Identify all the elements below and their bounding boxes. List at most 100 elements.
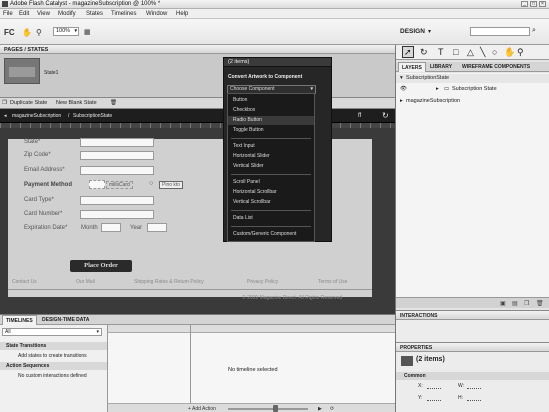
zoom-select[interactable]: 100% ▾ — [53, 27, 79, 36]
card-type-label: Card Type* — [24, 197, 54, 203]
footer-link-terms[interactable]: Terms of Use — [318, 279, 347, 285]
option-horizontal-slider[interactable]: Horizontal Slider — [228, 152, 314, 161]
new-folder-icon[interactable]: ▤ — [512, 300, 518, 307]
option-horizontal-scrollbar[interactable]: Horizontal Scrollbar — [228, 188, 314, 197]
workspace-label[interactable]: DESIGN — [400, 28, 425, 35]
chevron-right-icon: ▸ — [436, 86, 439, 92]
email-input[interactable] — [80, 166, 154, 175]
eye-icon[interactable]: 👁 — [400, 85, 407, 94]
menu-file[interactable]: File — [3, 11, 13, 17]
card-number-input[interactable] — [80, 210, 154, 219]
hand-tool-icon[interactable]: ✋ — [504, 47, 515, 58]
action-sequences-header[interactable]: Action Sequences — [0, 362, 107, 370]
zoom-tool-icon[interactable]: ⚲ — [517, 47, 524, 58]
menu-modify[interactable]: Modify — [58, 11, 76, 17]
menu-window[interactable]: Window — [146, 11, 167, 17]
select-arrow-icon[interactable]: ➚ — [404, 47, 412, 58]
search-input[interactable] — [470, 27, 530, 36]
maximize-button[interactable]: □ — [530, 1, 537, 7]
add-action-button[interactable]: + Add Action — [188, 406, 216, 412]
properties-header[interactable]: PROPERTIES — [396, 342, 549, 352]
grid-icon[interactable]: ▦ — [84, 28, 91, 36]
text-tool-icon[interactable]: T — [438, 47, 444, 57]
minimize-button[interactable]: _ — [521, 1, 528, 7]
option-toggle-button[interactable]: Toggle Button — [228, 126, 314, 135]
layer-row[interactable]: ▸ magazineSubscription — [396, 97, 549, 106]
filter-select[interactable]: All ▾ — [2, 328, 102, 336]
option-text-input[interactable]: Text Input — [228, 142, 314, 151]
option-vertical-scrollbar[interactable]: Vertical Scrollbar — [228, 198, 314, 207]
card-icon[interactable] — [89, 180, 105, 189]
zoom-tool-icon[interactable]: ⚲ — [36, 28, 42, 37]
option-radio-button[interactable]: Radio Button — [228, 116, 314, 125]
rectangle-tool-icon[interactable]: □ — [453, 47, 458, 57]
play-icon[interactable]: ▶ — [318, 406, 322, 412]
layer-row[interactable]: 👁 ▸ ▭ Subscription State — [396, 85, 549, 94]
state-thumbnail[interactable] — [4, 58, 40, 84]
layer-row[interactable]: ▾ SubscriptionState — [396, 74, 549, 83]
zip-input[interactable] — [80, 151, 154, 160]
w-value[interactable] — [467, 383, 481, 389]
triangle-tool-icon[interactable]: △ — [467, 47, 474, 58]
card-type-input[interactable] — [80, 196, 154, 205]
new-blank-state-button[interactable]: New Blank State — [56, 100, 97, 106]
footer-link-privacy[interactable]: Privacy Policy — [247, 279, 278, 285]
close-button[interactable]: × — [539, 1, 546, 7]
menu-edit[interactable]: Edit — [19, 11, 29, 17]
menu-view[interactable]: View — [37, 11, 50, 17]
refresh-icon[interactable]: ↻ — [382, 111, 389, 120]
duplicate-state-button[interactable]: Duplicate State — [10, 100, 47, 106]
footer-link-shipping[interactable]: Shipping Rates & Return Policy — [134, 279, 204, 285]
chevron-down-icon[interactable]: ▾ — [428, 28, 431, 35]
option-custom-component[interactable]: Custom/Generic Component — [228, 230, 314, 239]
footer-link-contact[interactable]: Contact Us — [12, 279, 37, 285]
breadcrumb-root[interactable]: magazineSubscription — [12, 113, 61, 119]
state-buttons-bar: ❐ Duplicate State New Blank State 🗑 — [0, 98, 395, 109]
duplicate-icon[interactable]: ❐ — [524, 300, 529, 307]
hand-tool-icon[interactable]: ✋ — [22, 28, 32, 37]
tab-layers[interactable]: LAYERS — [398, 62, 426, 72]
interactions-header[interactable]: INTERACTIONS — [396, 310, 549, 320]
tab-timelines[interactable]: TIMELINES — [2, 315, 37, 325]
line-tool-icon[interactable]: ╲ — [480, 47, 485, 58]
x-value[interactable] — [427, 383, 441, 389]
back-arrow-icon[interactable]: ◂ — [4, 113, 7, 119]
option-vertical-slider[interactable]: Vertical Slider — [228, 162, 314, 171]
state-name[interactable]: State1 — [44, 70, 58, 76]
common-section-header[interactable]: Common — [396, 372, 549, 380]
tab-library[interactable]: LIBRARY — [430, 64, 452, 70]
payment-option-2[interactable]: Pino kto — [159, 181, 184, 189]
rotate-icon[interactable]: ↻ — [420, 47, 428, 58]
option-button[interactable]: Button — [228, 96, 314, 105]
state-transitions-header[interactable]: State Transitions — [0, 342, 107, 350]
payment-option-1[interactable]: millsCard — [106, 181, 133, 189]
menu-timelines[interactable]: Timelines — [111, 11, 136, 17]
trash-icon[interactable]: 🗑 — [110, 100, 117, 106]
option-checkbox[interactable]: Checkbox — [228, 106, 314, 115]
breadcrumb-current[interactable]: SubscriptionState — [73, 113, 112, 119]
footer-link-mail[interactable]: Our Mail — [76, 279, 95, 285]
radio-icon[interactable]: ○ — [149, 180, 153, 187]
playhead[interactable] — [190, 325, 191, 403]
h-value[interactable] — [467, 395, 481, 401]
timeline-zoom-slider[interactable] — [228, 408, 308, 410]
y-value[interactable] — [427, 395, 441, 401]
option-data-list[interactable]: Data List — [228, 214, 314, 223]
ellipse-tool-icon[interactable]: ○ — [492, 47, 497, 57]
month-input[interactable] — [101, 223, 121, 232]
tab-design-time-data[interactable]: DESIGN-TIME DATA — [42, 317, 89, 323]
exit-edit-label[interactable]: ff — [358, 113, 361, 119]
menu-states[interactable]: States — [86, 11, 103, 17]
menu-help[interactable]: Help — [176, 11, 188, 17]
place-order-button[interactable]: Place Order — [70, 260, 132, 272]
loop-icon[interactable]: ⟳ — [330, 406, 334, 412]
option-scroll-panel[interactable]: Scroll Panel — [228, 178, 314, 187]
tab-wireframe-components[interactable]: WIREFRAME COMPONENTS — [462, 64, 530, 70]
state-input[interactable] — [80, 138, 154, 147]
slider-knob[interactable] — [273, 405, 278, 412]
year-input[interactable] — [147, 223, 167, 232]
search-icon[interactable]: ⌕ — [532, 27, 536, 35]
zoom-value: 100% — [56, 28, 71, 34]
trash-icon[interactable]: 🗑 — [536, 300, 544, 307]
new-layer-icon[interactable]: ▣ — [500, 300, 506, 307]
